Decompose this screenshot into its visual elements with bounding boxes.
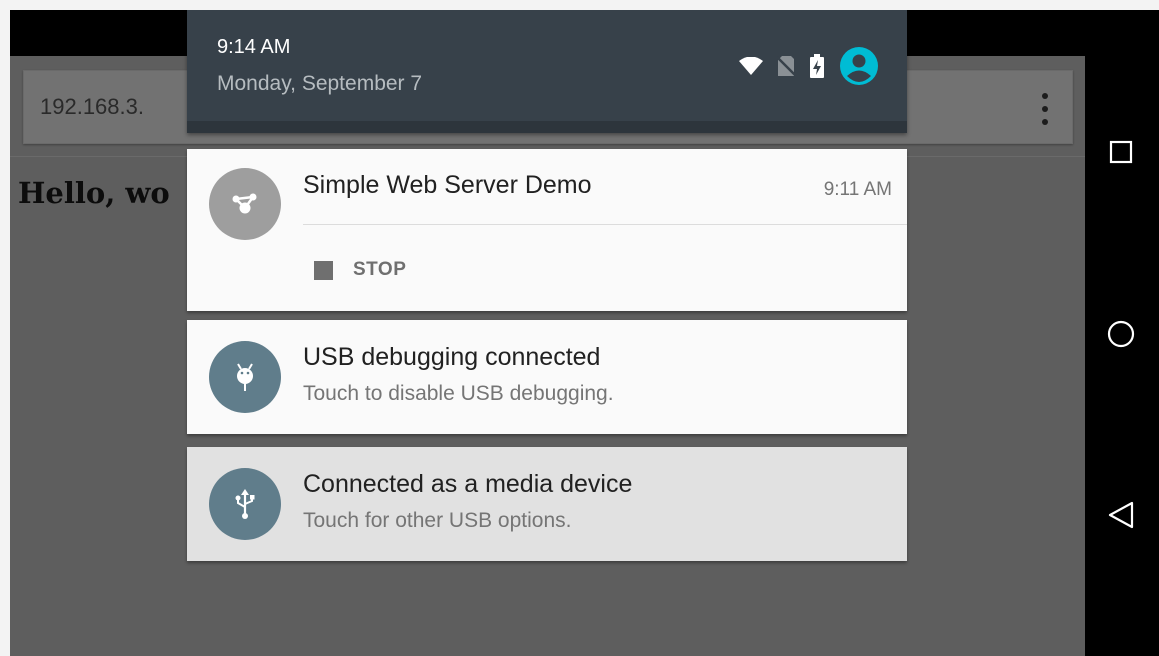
url-text[interactable]: 192.168.3. [40, 94, 144, 120]
usb-icon [209, 468, 281, 540]
notification-title: USB debugging connected [303, 343, 601, 371]
account-icon[interactable] [839, 46, 879, 86]
notification-usb-debugging[interactable]: USB debugging connected Touch to disable… [187, 320, 907, 434]
android-debug-icon [209, 341, 281, 413]
notification-media-device[interactable]: Connected as a media device Touch for ot… [187, 447, 907, 561]
stop-button[interactable]: STOP [314, 259, 406, 281]
overflow-menu-icon[interactable] [1042, 93, 1050, 125]
notification-title: Simple Web Server Demo [303, 171, 592, 199]
device-screen: 192.168.3. Hello, wo 9:14 AM Monday, Sep… [10, 10, 1159, 656]
stop-label: STOP [353, 259, 407, 280]
wifi-icon [739, 57, 763, 75]
back-icon[interactable] [1103, 497, 1139, 533]
page-heading: Hello, wo [18, 176, 170, 210]
share-icon [209, 168, 281, 240]
shade-bottom-strip [187, 121, 907, 133]
home-icon[interactable] [1103, 316, 1139, 352]
navigation-bar [1085, 10, 1159, 656]
status-icons [739, 46, 879, 86]
notification-subtitle: Touch for other USB options. [303, 509, 572, 532]
divider [303, 224, 907, 225]
battery-charging-icon [809, 54, 825, 78]
notification-subtitle: Touch to disable USB debugging. [303, 382, 614, 405]
notification-shade-header: 9:14 AM Monday, September 7 [187, 10, 907, 133]
notification-web-server[interactable]: Simple Web Server Demo 9:11 AM STOP [187, 149, 907, 311]
recents-icon[interactable] [1103, 134, 1139, 170]
clock-time: 9:14 AM [217, 36, 291, 58]
clock-date: Monday, September 7 [217, 72, 423, 95]
no-sim-icon [777, 55, 795, 77]
notification-title: Connected as a media device [303, 470, 633, 498]
notification-time: 9:11 AM [823, 179, 892, 200]
stop-icon [314, 260, 333, 280]
